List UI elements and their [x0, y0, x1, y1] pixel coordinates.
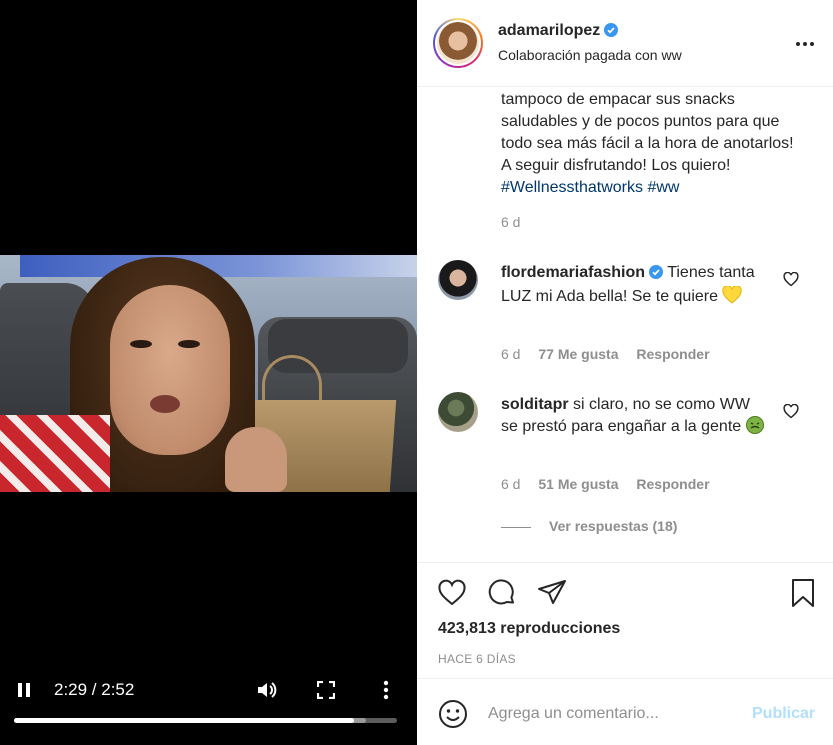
volume-icon[interactable] — [255, 679, 277, 701]
comment-username[interactable]: flordemariafashion — [501, 264, 645, 281]
comment-likes[interactable]: 77 Me gusta — [538, 346, 618, 362]
paid-partnership-label[interactable]: Colaboración pagada con ww — [498, 47, 682, 63]
publish-button[interactable]: Publicar — [752, 705, 815, 723]
reply-button[interactable]: Responder — [636, 346, 709, 362]
post-date[interactable]: HACE 6 DÍAS — [438, 652, 516, 666]
more-options-icon[interactable] — [378, 679, 394, 701]
comment-timestamp[interactable]: 6 d — [501, 346, 520, 362]
post-actions: 423,813 reproducciones HACE 6 DÍAS — [417, 562, 833, 678]
video-controls: 2:29 / 2:52 — [0, 672, 417, 745]
yellow-heart-icon — [722, 285, 743, 304]
add-comment-bar: Publicar — [417, 678, 833, 745]
video-progress-bar[interactable] — [14, 718, 397, 723]
video-player[interactable]: 2:29 / 2:52 — [0, 0, 417, 745]
comment-username[interactable]: solditapr — [501, 396, 569, 413]
comment-likes[interactable]: 51 Me gusta — [538, 476, 618, 492]
more-options-icon[interactable] — [793, 32, 817, 56]
commenter-avatar[interactable] — [438, 260, 478, 300]
hashtag-link[interactable]: #ww — [647, 179, 679, 196]
comment-bubble-icon[interactable] — [486, 577, 518, 609]
author-username[interactable]: adamarilopez — [498, 22, 619, 42]
fullscreen-icon[interactable] — [316, 680, 336, 700]
like-comment-heart-icon[interactable] — [783, 271, 801, 290]
view-replies-button[interactable]: Ver respuestas (18) — [501, 518, 677, 534]
nauseated-face-icon — [745, 416, 766, 434]
share-paper-plane-icon[interactable] — [536, 577, 568, 609]
post-caption: tampoco de empacar sus snacks saludables… — [501, 91, 794, 196]
emoji-picker-icon[interactable] — [438, 699, 468, 729]
post-header: adamarilopez Colaboración pagada con ww — [417, 0, 833, 87]
pause-icon[interactable] — [14, 680, 34, 700]
caption-timestamp[interactable]: 6 d — [501, 214, 520, 230]
hashtag-link[interactable]: #Wellnessthatworks — [501, 179, 643, 196]
reply-button[interactable]: Responder — [636, 476, 709, 492]
video-time: 2:29 / 2:52 — [54, 680, 135, 699]
avatar[interactable] — [433, 18, 483, 68]
video-played-fill — [14, 718, 355, 723]
verified-badge-icon — [649, 264, 664, 286]
save-bookmark-icon[interactable] — [787, 577, 819, 609]
video-frame[interactable] — [0, 255, 417, 492]
comment-input[interactable] — [488, 699, 738, 729]
comment-timestamp[interactable]: 6 d — [501, 476, 520, 492]
verified-badge-icon — [604, 23, 619, 42]
view-count[interactable]: 423,813 reproducciones — [438, 620, 620, 638]
like-heart-icon[interactable] — [436, 577, 468, 609]
post-side-panel: adamarilopez Colaboración pagada con ww … — [417, 0, 833, 745]
commenter-avatar[interactable] — [438, 392, 478, 432]
like-comment-heart-icon[interactable] — [783, 403, 801, 422]
